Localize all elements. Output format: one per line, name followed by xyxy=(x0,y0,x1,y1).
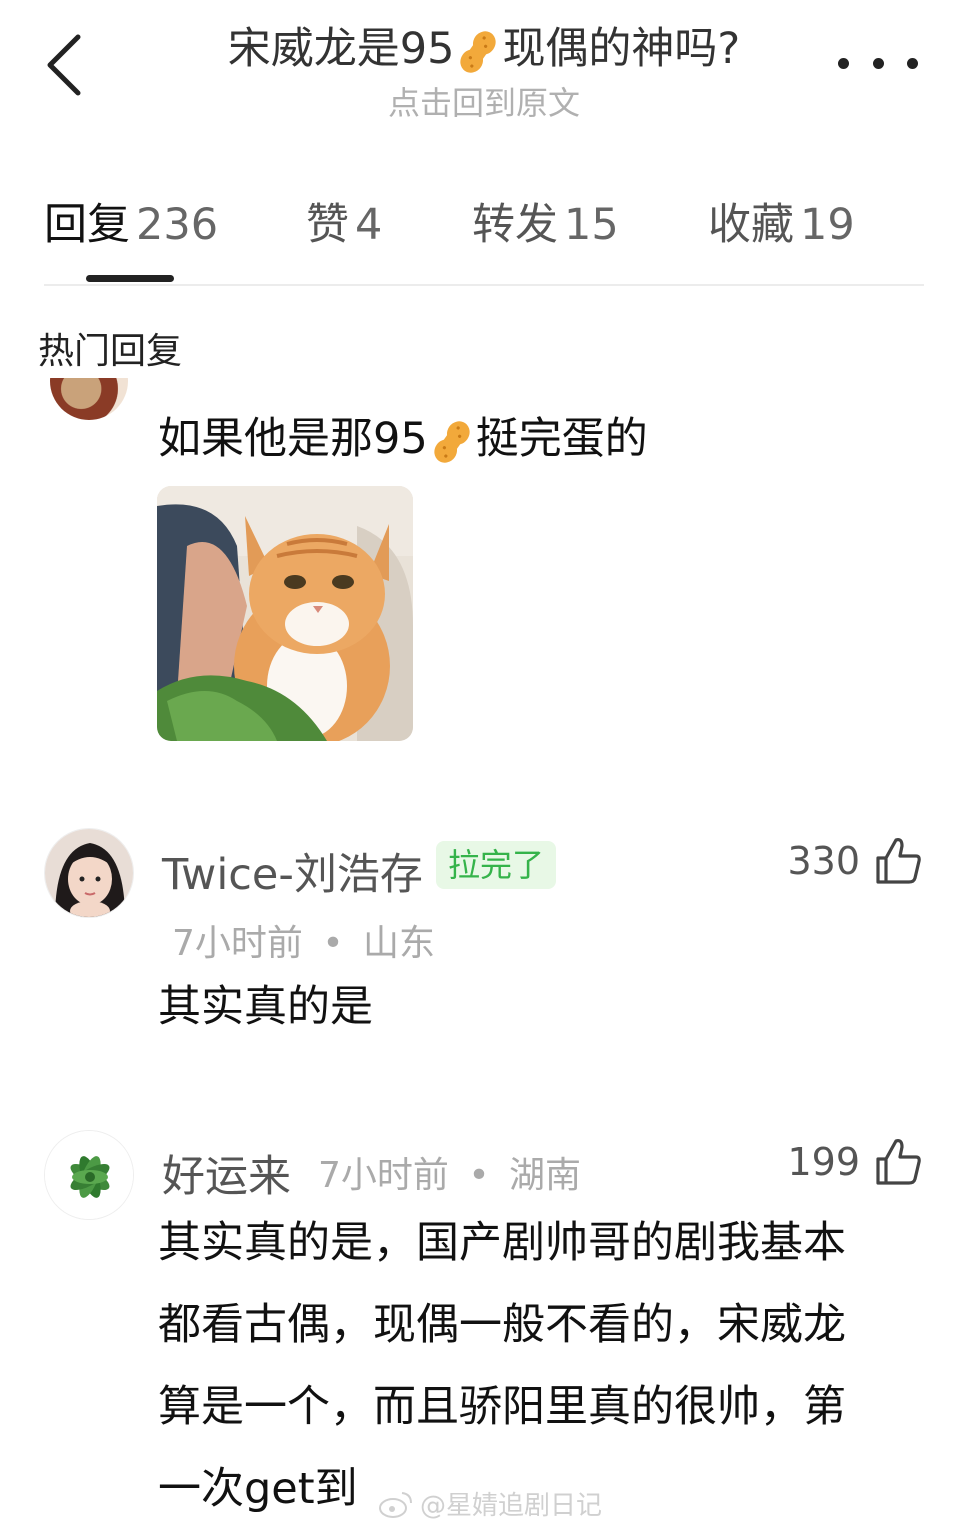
meta-separator: • xyxy=(322,923,344,964)
tab-reposts-count: 15 xyxy=(564,200,619,250)
comment-location: 湖南 xyxy=(509,1155,582,1196)
back-button[interactable] xyxy=(34,30,94,100)
comment-time: 7小时前 xyxy=(172,923,303,964)
comment-time: 7小时前 xyxy=(318,1155,449,1196)
watermark: @星婧追剧日记 xyxy=(378,1485,602,1522)
peanut-icon xyxy=(434,420,470,463)
tab-replies[interactable]: 回复 236 xyxy=(44,190,218,252)
user-badge: 拉完了 xyxy=(436,841,557,889)
comment-username[interactable]: Twice-刘浩存 xyxy=(162,840,423,902)
post-title: 宋威龙是95 现偶的神吗? xyxy=(150,14,818,77)
comment-username[interactable]: 好运来 xyxy=(162,1142,291,1204)
watermark-text: @星婧追剧日记 xyxy=(420,1491,603,1521)
avatar[interactable] xyxy=(50,378,128,420)
thumbs-up-icon xyxy=(876,1139,921,1185)
hot-replies-heading: 热门回复 xyxy=(38,331,183,372)
like-count: 330 xyxy=(787,839,860,883)
avatar[interactable] xyxy=(44,1130,134,1220)
tab-replies-label: 回复 xyxy=(44,200,130,250)
top-bar: 宋威龙是95 现偶的神吗? 点击回到原文 xyxy=(0,0,968,140)
active-tab-indicator xyxy=(86,275,174,282)
like-button[interactable]: 330 xyxy=(787,836,922,886)
tab-favorites-label: 收藏 xyxy=(708,200,794,250)
peanut-icon xyxy=(460,30,497,73)
comment-line: 算是一个，而且骄阳里真的很帅，第 xyxy=(158,1382,846,1432)
like-count: 199 xyxy=(787,1140,860,1184)
comment-text: 如果他是那95 挺完蛋的 xyxy=(158,398,648,480)
back-arrow-icon xyxy=(47,34,81,96)
more-dots-icon[interactable] xyxy=(838,48,918,78)
post-title-part2: 现偶的神吗? xyxy=(502,24,741,74)
post-title-part1: 宋威龙是95 xyxy=(227,24,455,74)
like-button[interactable]: 199 xyxy=(787,1137,922,1187)
thumbs-up-icon xyxy=(876,838,921,884)
comment-text: 其实真的是，国产剧帅哥的剧我基本 都看古偶，现偶一般不看的，宋威龙 算是一个，而… xyxy=(158,1202,846,1527)
tab-reposts-label: 转发 xyxy=(472,200,558,250)
comment-line: 其实真的是，国产剧帅哥的剧我基本 xyxy=(158,1218,846,1268)
avatar[interactable] xyxy=(44,828,134,918)
back-to-original-link[interactable]: 点击回到原文 xyxy=(300,78,668,124)
tab-likes-label: 赞 xyxy=(306,200,349,250)
meta-separator: • xyxy=(468,1155,490,1196)
tab-likes-count: 4 xyxy=(355,200,383,250)
weibo-icon xyxy=(379,1491,412,1518)
tab-replies-count: 236 xyxy=(136,200,219,250)
comment-line: 都看古偶，现偶一般不看的，宋威龙 xyxy=(158,1300,846,1350)
tab-likes[interactable]: 赞4 xyxy=(306,190,382,252)
comment-text-part1: 如果他是那95 xyxy=(158,414,428,464)
comment-meta: 7小时前 • 山东 xyxy=(172,914,435,966)
comment-image-cat[interactable] xyxy=(157,486,413,741)
tab-bar: 回复 236 赞4 转发 15 收藏 19 xyxy=(44,186,924,286)
comment-text: 其实真的是 xyxy=(158,982,373,1032)
comment-meta: 7小时前 • 湖南 xyxy=(318,1146,581,1198)
comment-text-part2: 挺完蛋的 xyxy=(475,414,648,464)
tab-favorites-count: 19 xyxy=(800,200,855,250)
comment-location: 山东 xyxy=(363,923,436,964)
tab-favorites[interactable]: 收藏 19 xyxy=(708,190,855,252)
tab-reposts[interactable]: 转发 15 xyxy=(472,190,619,252)
